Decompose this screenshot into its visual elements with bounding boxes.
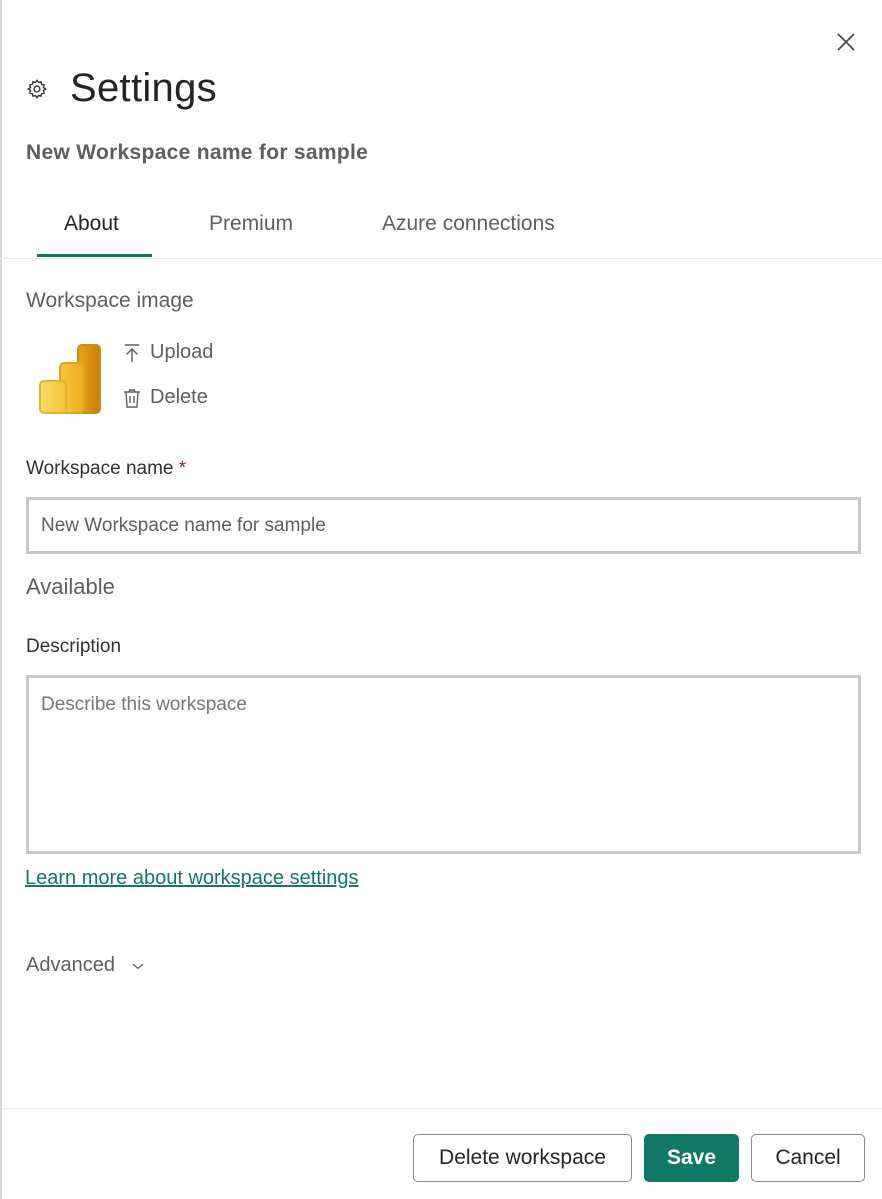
save-button[interactable]: Save bbox=[644, 1134, 739, 1182]
tab-bar: About Premium Azure connections bbox=[0, 200, 882, 259]
workspace-name-input[interactable] bbox=[26, 497, 861, 554]
chevron-down-icon bbox=[132, 963, 144, 969]
description-input[interactable] bbox=[26, 675, 861, 854]
close-icon bbox=[837, 33, 855, 51]
cancel-button[interactable]: Cancel bbox=[751, 1134, 865, 1182]
tab-azure-connections[interactable]: Azure connections bbox=[382, 212, 555, 236]
required-marker: * bbox=[178, 458, 187, 479]
delete-workspace-button[interactable]: Delete workspace bbox=[413, 1134, 632, 1182]
delete-image-button[interactable]: Delete bbox=[122, 386, 208, 409]
upload-image-button[interactable]: Upload bbox=[122, 341, 213, 364]
tab-premium[interactable]: Premium bbox=[209, 212, 293, 236]
delete-label: Delete bbox=[150, 386, 208, 408]
trash-icon bbox=[124, 388, 140, 408]
name-availability-status: Available bbox=[26, 574, 115, 599]
active-tab-indicator bbox=[37, 254, 152, 257]
tab-about[interactable]: About bbox=[64, 212, 119, 236]
workspace-subtitle: New Workspace name for sample bbox=[26, 141, 369, 164]
advanced-toggle[interactable]: Advanced bbox=[26, 954, 145, 977]
learn-more-link[interactable]: Learn more about workspace settings bbox=[25, 867, 359, 890]
upload-icon bbox=[125, 343, 139, 362]
workspace-name-label: Workspace name * bbox=[26, 458, 186, 480]
panel-left-border bbox=[0, 0, 2, 1199]
footer-divider bbox=[2, 1108, 882, 1109]
power-bi-logo-icon bbox=[39, 344, 101, 414]
description-label: Description bbox=[26, 636, 122, 657]
close-button[interactable] bbox=[834, 30, 858, 54]
upload-label: Upload bbox=[150, 341, 214, 363]
dialog-header: Settings bbox=[26, 66, 217, 111]
advanced-label: Advanced bbox=[26, 954, 115, 976]
workspace-image-label: Workspace image bbox=[26, 289, 194, 312]
workspace-name-label-text: Workspace name bbox=[26, 458, 174, 479]
gear-icon bbox=[27, 78, 47, 99]
dialog-title: Settings bbox=[70, 66, 217, 110]
